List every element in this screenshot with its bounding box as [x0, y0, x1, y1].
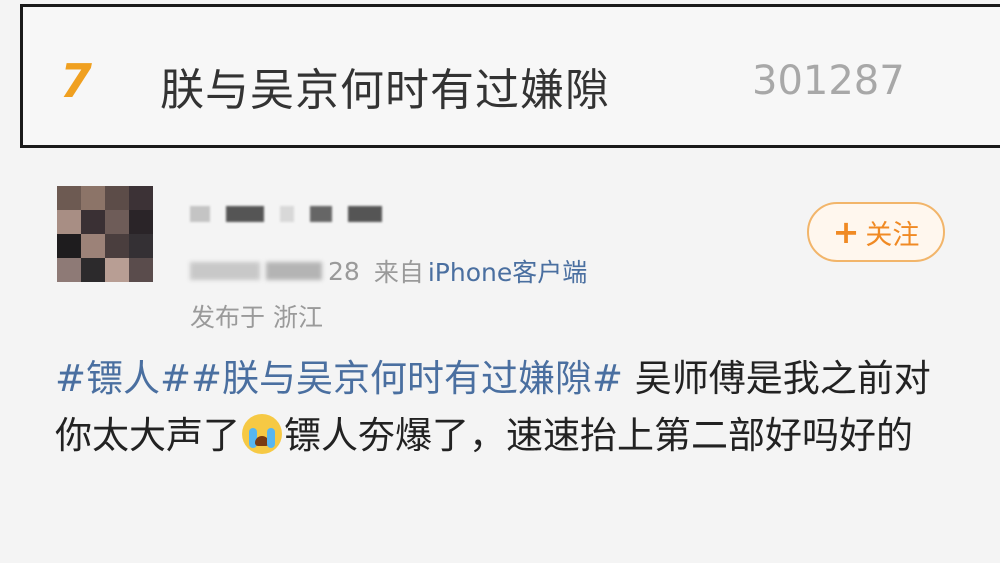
- post-text-line2: 镖人夯爆了，速速抬上第二部好吗好的: [284, 414, 913, 457]
- trend-rank: 7: [60, 54, 93, 108]
- device-source-link[interactable]: iPhone客户端: [428, 253, 587, 289]
- plus-icon: +: [832, 213, 860, 251]
- trend-title[interactable]: 朕与吴京何时有过嫌隙: [160, 54, 610, 118]
- username-blurred[interactable]: [190, 203, 382, 225]
- hashtag-biaoren[interactable]: #镖人#: [55, 357, 191, 400]
- trend-heat-count: 301287: [752, 58, 905, 104]
- post-meta: 28 来自 iPhone客户端: [190, 253, 587, 289]
- source-prefix: 来自: [373, 258, 424, 287]
- avatar[interactable]: [57, 186, 153, 282]
- post-location: 发布于 浙江: [190, 303, 323, 332]
- post-body: #镖人##朕与吴京何时有过嫌隙# 吴师傅是我之前对你太大声了 镖人夯爆了，速速抬上…: [55, 350, 935, 464]
- post-time: 28: [328, 256, 360, 286]
- follow-label: 关注: [865, 219, 920, 251]
- crying-face-emoji: [242, 414, 282, 454]
- hashtag-trend[interactable]: #朕与吴京何时有过嫌隙#: [191, 357, 623, 400]
- follow-button[interactable]: + 关注: [807, 202, 945, 262]
